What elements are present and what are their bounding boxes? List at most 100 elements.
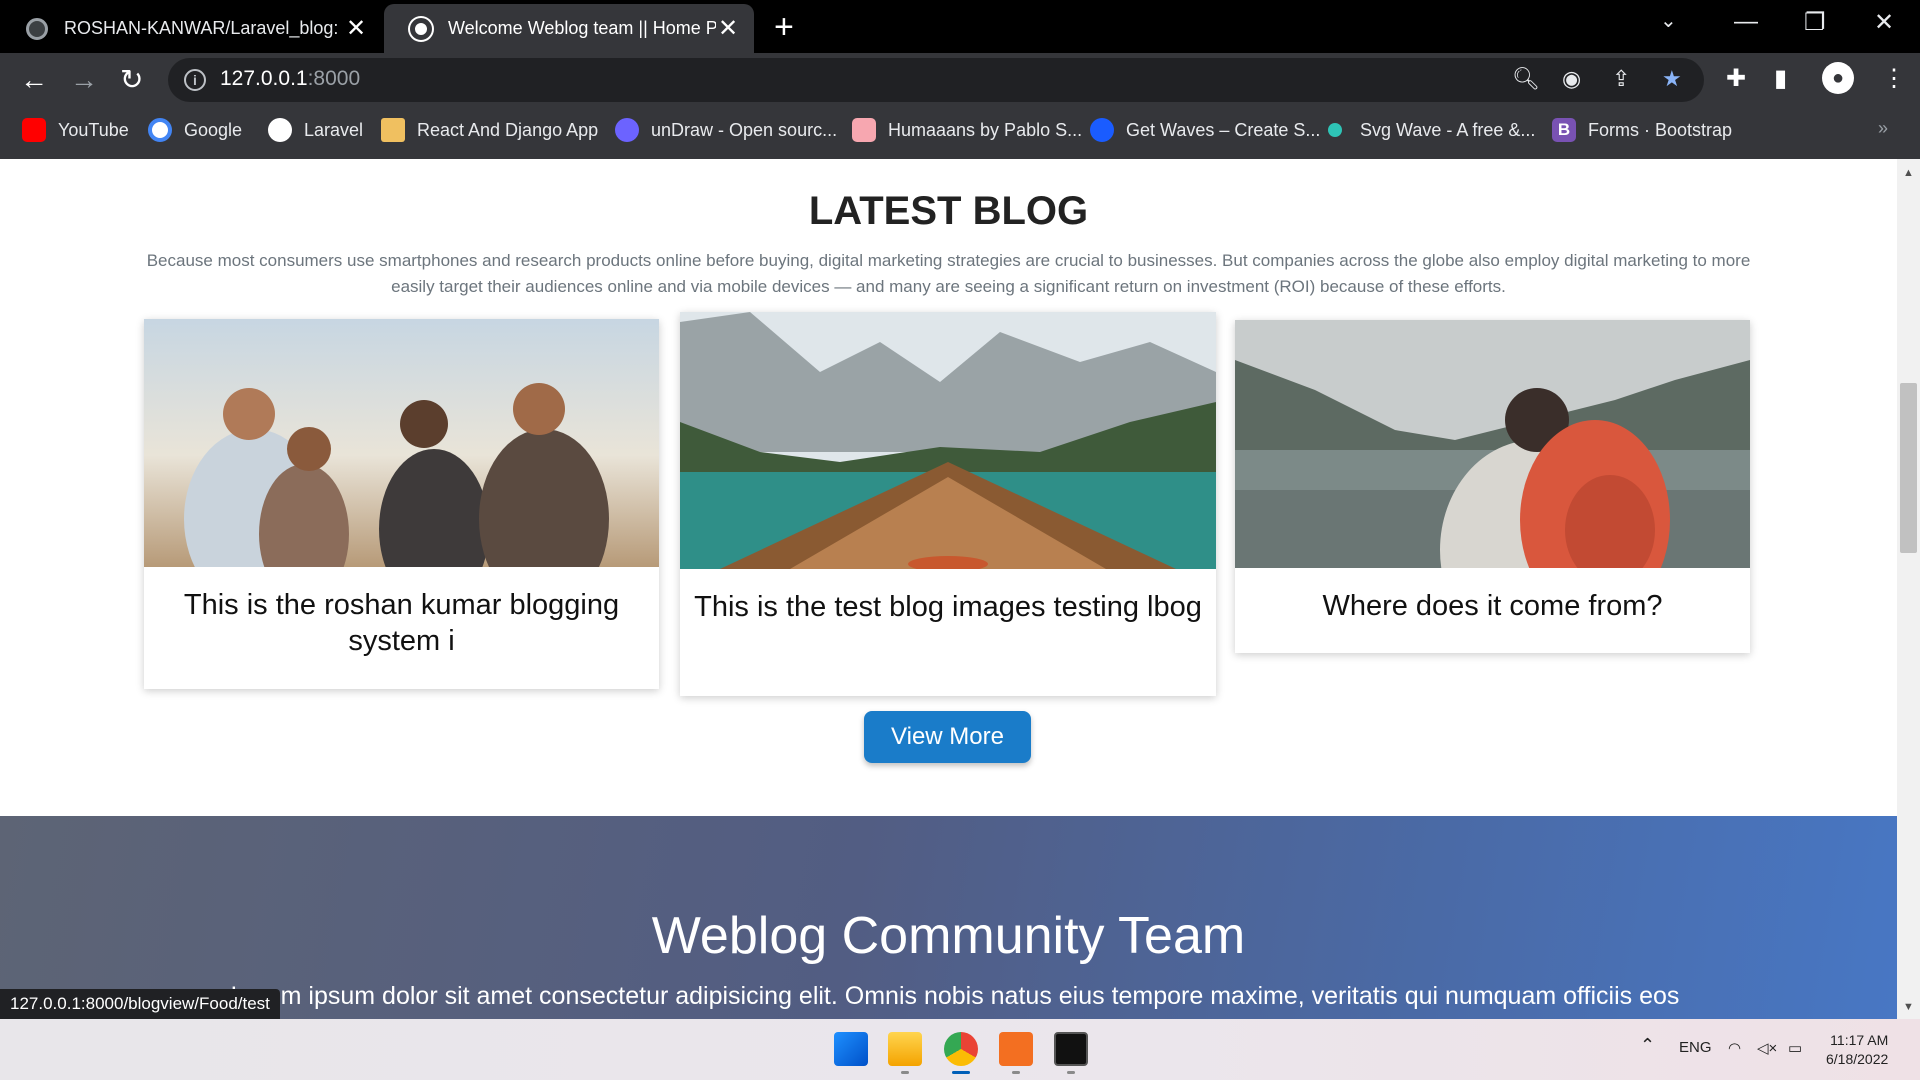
- info-icon[interactable]: i: [184, 69, 206, 91]
- boat-lake-mountains-photo: [680, 312, 1216, 569]
- tab-title: ROSHAN-KANWAR/Laravel_blog: Bl: [64, 18, 344, 38]
- blog-card-title[interactable]: Where does it come from?: [1235, 568, 1750, 624]
- bookmark-label: Humaaans by Pablo S...: [888, 119, 1083, 140]
- community-text: Lorem ipsum dolor sit amet consectetur a…: [230, 982, 1680, 1010]
- bookmark-laravel[interactable]: Laravel: [268, 118, 363, 142]
- community-section: Weblog Community Team Lorem ipsum dolor …: [0, 816, 1897, 1019]
- blog-card[interactable]: Where does it come from?: [1235, 320, 1750, 653]
- bookmark-label: Get Waves – Create S...: [1126, 119, 1321, 140]
- globe-icon: [268, 118, 292, 142]
- google-icon: [148, 118, 172, 142]
- url-text[interactable]: 127.0.0.1:8000: [220, 67, 360, 91]
- section-title: LATEST BLOG: [808, 189, 1089, 233]
- bookmark-label: Forms · Bootstrap: [1588, 119, 1733, 140]
- minimize-button[interactable]: —: [1734, 8, 1758, 36]
- running-indicator: [1067, 1071, 1075, 1074]
- bookmark-undraw[interactable]: unDraw - Open sourc...: [615, 118, 837, 142]
- bootstrap-icon: B: [1552, 118, 1576, 142]
- file-explorer-icon[interactable]: [888, 1032, 922, 1066]
- wifi-icon[interactable]: ◠: [1728, 1039, 1741, 1057]
- bookmark-label: unDraw - Open sourc...: [651, 119, 838, 140]
- address-bar[interactable]: i 127.0.0.1:8000 🔍︎ ◉ ⇪ ★: [168, 58, 1704, 102]
- clock-time: 11:17 AM: [1830, 1032, 1889, 1048]
- view-more-button[interactable]: View More: [864, 711, 1031, 763]
- status-bar-link: 127.0.0.1:8000/blogview/Food/test: [0, 989, 280, 1019]
- bookmark-react-django[interactable]: React And Django App: [381, 118, 598, 142]
- bookmark-star-icon[interactable]: ★: [1662, 66, 1682, 92]
- blog-card-image[interactable]: [680, 312, 1216, 569]
- youtube-icon: [22, 118, 46, 142]
- tray-chevron-up-icon[interactable]: ⌃: [1640, 1035, 1655, 1056]
- bookmark-label: Svg Wave - A free &...: [1360, 119, 1536, 140]
- profile-icon[interactable]: ●: [1822, 62, 1854, 94]
- xampp-icon[interactable]: [999, 1032, 1033, 1066]
- new-tab-button[interactable]: +: [774, 8, 794, 46]
- blog-card-title[interactable]: This is the test blog images testing lbo…: [680, 569, 1216, 625]
- bookmarks-bar: YouTube Google Laravel React And Django …: [0, 107, 1920, 159]
- blog-card[interactable]: This is the roshan kumar blogging system…: [144, 319, 659, 689]
- more-bookmarks-icon[interactable]: »: [1878, 118, 1888, 139]
- battery-icon[interactable]: ▭: [1788, 1039, 1802, 1057]
- extensions-icon[interactable]: ✚: [1726, 64, 1746, 93]
- bookmark-humaaans[interactable]: Humaaans by Pablo S...: [852, 118, 1082, 142]
- language-indicator[interactable]: ENG: [1679, 1039, 1712, 1056]
- taskbar: ⌃ ENG ◠ ◁× ▭ 11:17 AM 6/18/2022: [0, 1019, 1920, 1080]
- community-title: Weblog Community Team: [651, 907, 1246, 965]
- browser-tab-bar: ROSHAN-KANWAR/Laravel_blog: Bl ✕ Welcome…: [0, 0, 1920, 53]
- reload-button[interactable]: ↻: [120, 65, 143, 95]
- close-icon[interactable]: ✕: [716, 14, 740, 43]
- github-icon: [26, 17, 48, 40]
- blog-card-title[interactable]: This is the roshan kumar blogging system…: [144, 567, 659, 659]
- react-django-icon: [381, 118, 405, 142]
- page-viewport: LATEST BLOG Because most consumers use s…: [0, 159, 1897, 1019]
- page-scrollbar[interactable]: ▲ ▼: [1897, 159, 1920, 1019]
- terminal-icon[interactable]: [1054, 1032, 1088, 1066]
- close-window-button[interactable]: ✕: [1874, 8, 1894, 37]
- scroll-down-arrow-icon[interactable]: ▼: [1903, 1001, 1914, 1013]
- browser-toolbar: ← → ↻ i 127.0.0.1:8000 🔍︎ ◉ ⇪ ★: [0, 53, 1920, 107]
- humaaans-icon: [852, 118, 876, 142]
- friends-laughing-photo: [144, 319, 659, 567]
- hiker-backpack-lake-photo: [1235, 320, 1750, 568]
- section-description: Because most consumers use smartphones a…: [146, 251, 1751, 296]
- blog-card[interactable]: This is the test blog images testing lbo…: [680, 312, 1216, 696]
- running-indicator: [901, 1071, 909, 1074]
- tab-github[interactable]: ROSHAN-KANWAR/Laravel_blog: Bl ✕: [0, 4, 382, 53]
- tab-search-icon[interactable]: ⌄: [1660, 8, 1677, 33]
- scroll-up-arrow-icon[interactable]: ▲: [1903, 167, 1914, 179]
- share-icon[interactable]: ⇪: [1612, 66, 1630, 92]
- bookmark-svg-wave[interactable]: Svg Wave - A free &...: [1328, 118, 1535, 142]
- forward-button[interactable]: →: [70, 65, 98, 95]
- bookmark-youtube[interactable]: YouTube: [22, 118, 129, 142]
- tab-home[interactable]: Welcome Weblog team || Home Pag ✕: [384, 4, 754, 53]
- side-panel-icon[interactable]: ▮: [1774, 64, 1787, 93]
- bookmark-get-waves[interactable]: Get Waves – Create S...: [1090, 118, 1320, 142]
- bookmark-google[interactable]: Google: [148, 118, 242, 142]
- restore-button[interactable]: ❐: [1804, 8, 1826, 37]
- close-icon[interactable]: ✕: [344, 14, 368, 43]
- tab-title: Welcome Weblog team || Home Pag: [448, 18, 716, 38]
- undraw-icon: [615, 118, 639, 142]
- bookmark-label: Laravel: [304, 119, 364, 140]
- blog-card-image[interactable]: [144, 319, 659, 567]
- chrome-icon[interactable]: [944, 1032, 978, 1066]
- blog-card-image[interactable]: [1235, 320, 1750, 568]
- svgwave-icon: [1328, 123, 1342, 137]
- waves-icon: [1090, 118, 1114, 142]
- bookmark-label: Google: [184, 119, 243, 140]
- clock[interactable]: 11:17 AM 6/18/2022: [1826, 1031, 1888, 1069]
- windows-start-icon[interactable]: [834, 1032, 868, 1066]
- bookmark-label: React And Django App: [417, 119, 599, 140]
- menu-icon[interactable]: ⋮: [1882, 64, 1906, 93]
- back-button[interactable]: ←: [20, 65, 48, 95]
- volume-muted-icon[interactable]: ◁×: [1757, 1039, 1777, 1057]
- bookmark-label: YouTube: [58, 119, 129, 140]
- bookmark-bootstrap[interactable]: B Forms · Bootstrap: [1552, 118, 1732, 142]
- active-indicator: [952, 1071, 970, 1074]
- scrollbar-thumb[interactable]: [1900, 383, 1917, 553]
- clock-date: 6/18/2022: [1826, 1051, 1889, 1067]
- eye-icon[interactable]: ◉: [1562, 66, 1581, 92]
- running-indicator: [1012, 1071, 1020, 1074]
- globe-icon: [410, 17, 432, 40]
- zoom-icon[interactable]: 🔍︎: [1512, 66, 1540, 92]
